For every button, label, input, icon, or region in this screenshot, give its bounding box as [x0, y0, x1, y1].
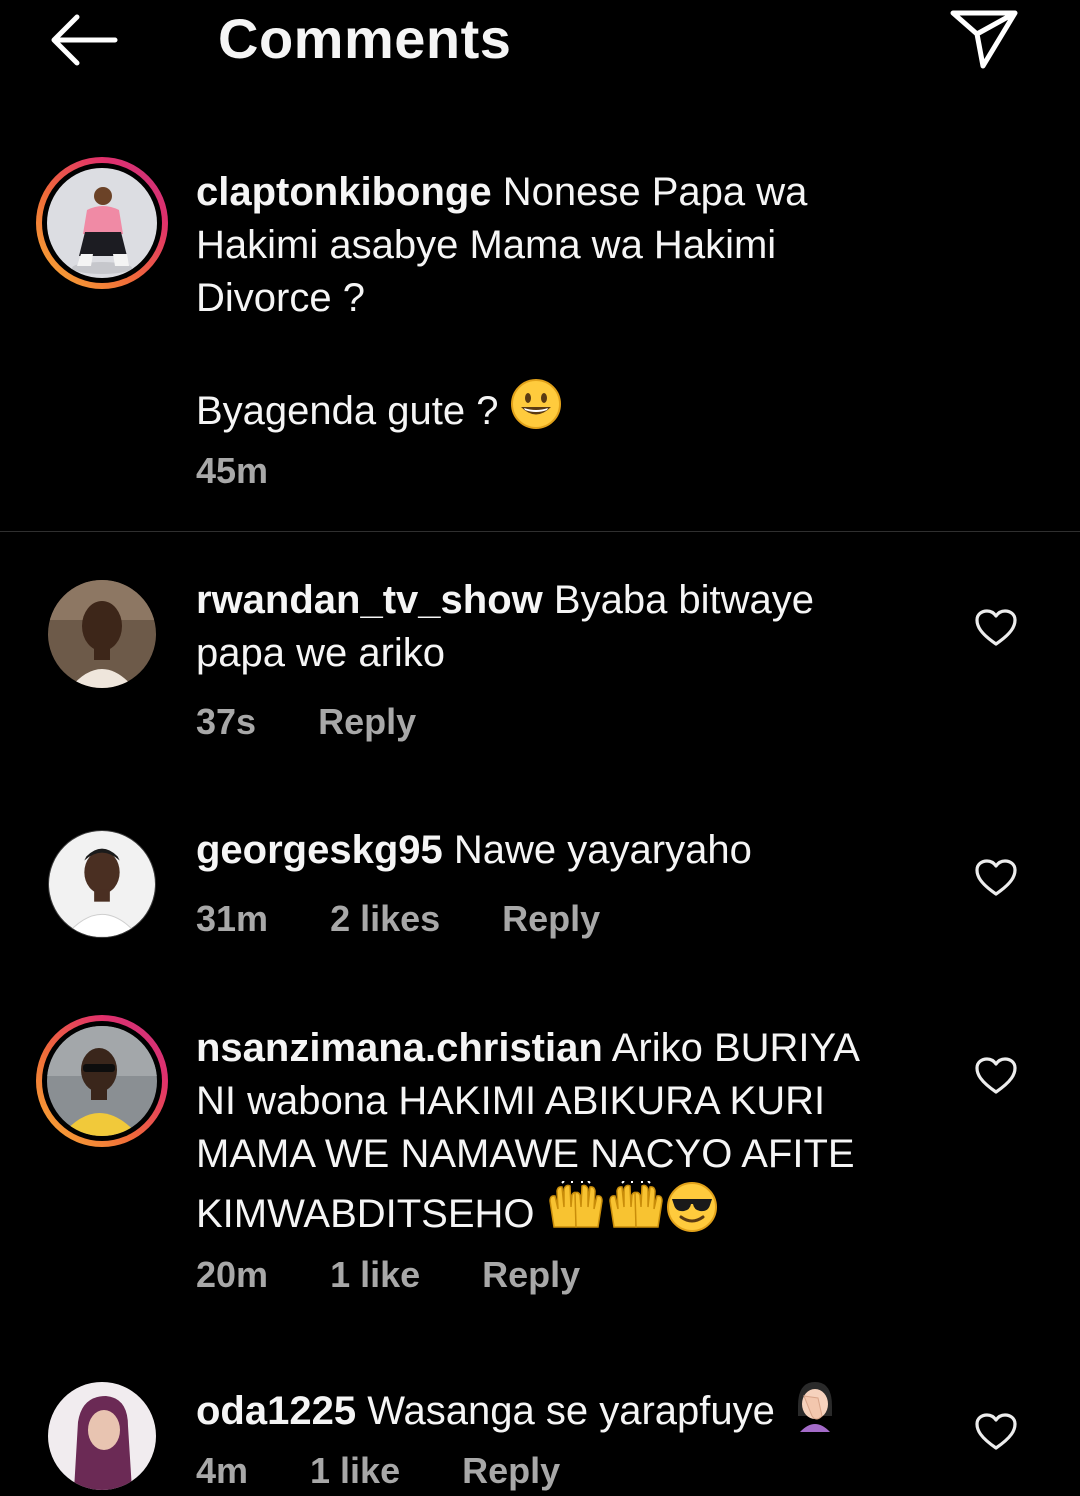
comment-text: rwandan_tv_show Byaba bitwaye papa we ar… — [196, 574, 916, 680]
comment-item: rwandan_tv_show Byaba bitwaye papa we ar… — [0, 560, 1080, 760]
page-title: Comments — [218, 7, 512, 70]
caption-meta: 45m — [196, 446, 330, 496]
reply-button[interactable]: Reply — [318, 701, 416, 743]
raising-hands-emoji — [606, 1181, 666, 1233]
comment-text-line: Wasanga se yarapfuye — [367, 1389, 775, 1433]
reply-button[interactable]: Reply — [482, 1254, 580, 1296]
paper-plane-icon — [950, 10, 1018, 69]
share-button[interactable] — [944, 4, 1024, 74]
comment-text-line: papa we ariko — [196, 631, 446, 675]
sunglasses-face-emoji — [666, 1181, 718, 1233]
avatar[interactable] — [48, 830, 156, 938]
caption-username[interactable]: claptonkibonge — [196, 170, 492, 214]
comment-text-line: Byaba bitwaye — [553, 578, 815, 622]
comment-text-line: MAMA WE NAMAWE NACYO AFITE — [196, 1132, 855, 1176]
heart-icon — [975, 1057, 1017, 1094]
comment-meta: 4m 1 like Reply — [196, 1446, 622, 1496]
comment-text-line: Nawe yayaryaho — [453, 828, 752, 872]
post-caption: claptonkibonge Nonese Papa wa Hakimi asa… — [0, 150, 1080, 532]
reply-button[interactable]: Reply — [502, 898, 600, 940]
comment-username[interactable]: georgeskg95 — [196, 828, 443, 872]
likes-count[interactable]: 1 like — [310, 1450, 400, 1492]
comment-username[interactable]: rwandan_tv_show — [196, 578, 543, 622]
comment-meta: 37s Reply — [196, 697, 478, 747]
avatar[interactable] — [48, 580, 156, 688]
comment-username[interactable]: nsanzimana.christian — [196, 1026, 603, 1070]
heart-icon — [975, 859, 1017, 896]
comment-text: georgeskg95 Nawe yayaryaho — [196, 824, 916, 877]
comment-username[interactable]: oda1225 — [196, 1389, 356, 1433]
like-button[interactable] — [974, 858, 1018, 898]
caption-text-line: Divorce ? — [196, 276, 365, 320]
comment-text: oda1225 Wasanga se yarapfuye — [196, 1376, 916, 1438]
caption-text-line: Nonese Papa wa — [502, 170, 808, 214]
like-button[interactable] — [974, 1412, 1018, 1452]
comment-meta: 31m 2 likes Reply — [196, 894, 662, 944]
likes-count[interactable]: 1 like — [330, 1254, 420, 1296]
raising-hands-emoji — [546, 1181, 606, 1233]
comment-text-line: Ariko BURIYA — [611, 1026, 860, 1070]
likes-count[interactable]: 2 likes — [330, 898, 440, 940]
comment-item: oda1225 Wasanga se yarapfuye 4m 1 like R… — [0, 1362, 1080, 1492]
grinning-face-emoji — [510, 378, 562, 430]
comment-text-line: KIMWABDITSEHO — [196, 1192, 535, 1236]
timestamp: 4m — [196, 1450, 249, 1491]
heart-icon — [975, 1413, 1017, 1450]
avatar[interactable] — [48, 1382, 156, 1490]
comment-item: georgeskg95 Nawe yayaryaho 31m 2 likes R… — [0, 810, 1080, 970]
avatar — [47, 1026, 157, 1136]
reply-button[interactable]: Reply — [462, 1450, 560, 1492]
avatar-story-ring[interactable] — [36, 157, 168, 289]
avatar-story-ring[interactable] — [36, 1015, 168, 1147]
heart-icon — [975, 609, 1017, 646]
avatar — [47, 168, 157, 278]
comment-text: nsanzimana.christian Ariko BURIYA NI wab… — [196, 1022, 936, 1241]
comment-item: nsanzimana.christian Ariko BURIYA NI wab… — [0, 1008, 1080, 1318]
timestamp: 20m — [196, 1254, 269, 1295]
arrow-left-icon — [51, 14, 118, 66]
facepalm-emoji — [786, 1376, 844, 1434]
like-button[interactable] — [974, 1056, 1018, 1096]
top-app-bar: Comments — [0, 0, 1080, 90]
caption-text: claptonkibonge Nonese Papa wa Hakimi asa… — [196, 166, 916, 438]
comment-text-line: NI wabona HAKIMI ABIKURA KURI — [196, 1079, 826, 1123]
comment-meta: 20m 1 like Reply — [196, 1250, 642, 1300]
back-button[interactable] — [44, 8, 124, 72]
timestamp: 31m — [196, 898, 269, 939]
timestamp: 37s — [196, 701, 257, 742]
timestamp: 45m — [196, 450, 269, 491]
caption-text-line: Byagenda gute ? — [196, 389, 499, 433]
caption-text-line: Hakimi asabye Mama wa Hakimi — [196, 223, 777, 267]
like-button[interactable] — [974, 608, 1018, 648]
